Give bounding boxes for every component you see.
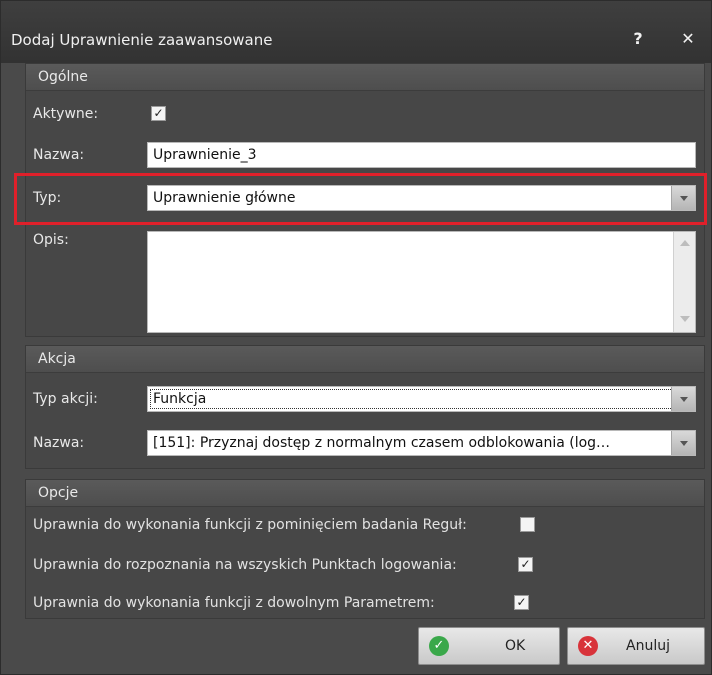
- description-scrollbar[interactable]: [673, 232, 695, 332]
- name-field[interactable]: Uprawnienie_3: [147, 142, 696, 168]
- action-type-row: Typ akcji: Funkcja: [25, 386, 705, 414]
- check-icon: ✓: [153, 106, 164, 120]
- action-type-value: Funkcja: [153, 391, 207, 407]
- description-row: Opis:: [25, 227, 705, 333]
- description-textarea[interactable]: [147, 231, 696, 333]
- description-label: Opis:: [33, 232, 69, 248]
- type-row-highlight: [14, 173, 707, 225]
- action-name-combo[interactable]: [151]: Przyznaj dostęp z normalnym czase…: [147, 430, 696, 456]
- options-group-header: Opcje: [26, 480, 704, 507]
- action-type-label: Typ akcji:: [33, 391, 98, 407]
- check-icon: ✓: [516, 595, 527, 609]
- chevron-down-icon: [680, 397, 688, 402]
- cancel-button[interactable]: ✕ Anuluj: [567, 627, 705, 665]
- option-label: Uprawnia do rozpoznania na wszyskich Pun…: [33, 557, 457, 573]
- option-row-skip-rules: Uprawnia do wykonania funkcji z pominięc…: [25, 512, 705, 540]
- action-group-header: Akcja: [26, 346, 704, 373]
- x-circle-icon: ✕: [578, 636, 598, 656]
- any-parameter-checkbox[interactable]: ✓: [514, 595, 529, 610]
- action-name-label: Nazwa:: [33, 435, 85, 451]
- title-bar[interactable]: Dodaj Uprawnienie zaawansowane ? ✕: [1, 1, 711, 63]
- general-group-header: Ogólne: [26, 64, 704, 91]
- help-icon[interactable]: ?: [627, 28, 649, 50]
- dialog-title: Dodaj Uprawnienie zaawansowane: [11, 31, 273, 49]
- all-points-checkbox[interactable]: ✓: [518, 557, 533, 572]
- chevron-down-icon: [680, 441, 688, 446]
- dialog-window: Dodaj Uprawnienie zaawansowane ? ✕ Ogóln…: [0, 0, 712, 675]
- check-icon: ✓: [520, 557, 531, 571]
- action-type-combo[interactable]: Funkcja: [147, 386, 696, 412]
- option-row-all-points: Uprawnia do rozpoznania na wszyskich Pun…: [25, 552, 705, 580]
- skip-rules-checkbox[interactable]: [520, 517, 535, 532]
- ok-button-label: OK: [505, 638, 526, 654]
- action-name-row: Nazwa: [151]: Przyznaj dostęp z normalny…: [25, 430, 705, 458]
- ok-button[interactable]: ✓ OK: [418, 627, 560, 665]
- option-label: Uprawnia do wykonania funkcji z pominięc…: [33, 517, 467, 533]
- cancel-button-label: Anuluj: [626, 638, 670, 654]
- check-circle-icon: ✓: [429, 636, 449, 656]
- option-label: Uprawnia do wykonania funkcji z dowolnym…: [33, 595, 435, 611]
- option-row-any-parameter: Uprawnia do wykonania funkcji z dowolnym…: [25, 590, 705, 618]
- close-icon[interactable]: ✕: [677, 28, 699, 50]
- name-row: Nazwa: Uprawnienie_3: [25, 142, 705, 170]
- action-name-value: [151]: Przyznaj dostęp z normalnym czase…: [153, 435, 611, 451]
- active-row: Aktywne: ✓: [25, 101, 705, 129]
- active-label: Aktywne:: [33, 106, 99, 122]
- name-label: Nazwa:: [33, 147, 85, 163]
- scroll-down-icon[interactable]: [680, 316, 690, 322]
- action-name-dropdown-button[interactable]: [671, 431, 695, 455]
- action-type-dropdown-button[interactable]: [671, 387, 695, 411]
- active-checkbox[interactable]: ✓: [151, 106, 166, 121]
- scroll-up-icon[interactable]: [680, 240, 690, 246]
